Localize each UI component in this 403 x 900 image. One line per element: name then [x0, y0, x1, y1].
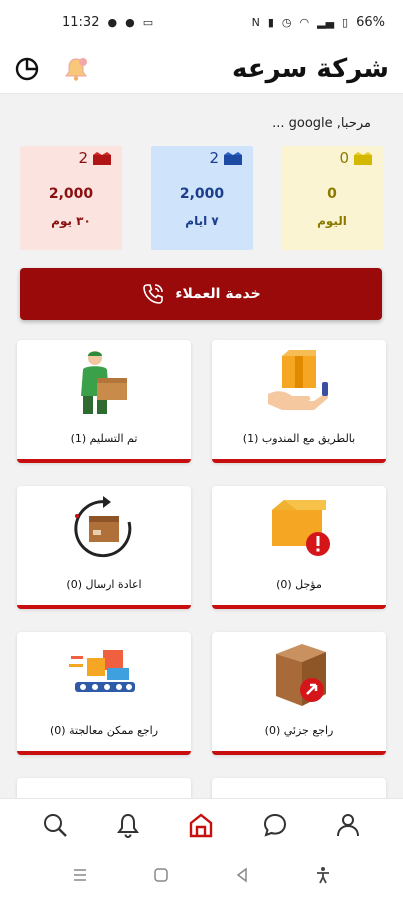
status-right: N ▮ ◷ ◠ ▂▄ ▯ 66% — [252, 15, 385, 30]
stat-value: 0 — [327, 186, 337, 202]
header-actions — [14, 55, 90, 83]
stat-count: 2 — [209, 149, 219, 167]
stat-label: ٣٠ يوم — [51, 214, 91, 228]
tile-returned-processable[interactable]: راجع ممكن معالجتة (0) — [17, 632, 191, 755]
pie-chart-icon[interactable] — [14, 56, 40, 82]
resend-box-icon — [74, 496, 132, 558]
app-header: شركة سرعه — [0, 44, 403, 94]
tile-label: بالطريق مع المندوب (1) — [242, 432, 356, 445]
tile-label: مؤجل (0) — [276, 578, 322, 591]
stat-label: اليوم — [317, 214, 347, 228]
phone-icon — [143, 284, 164, 304]
welcome-message: مرحبا, google ... — [272, 116, 371, 131]
alarm-icon: ◷ — [281, 15, 292, 29]
profile-icon[interactable] — [335, 812, 361, 838]
tile-partial[interactable] — [17, 778, 191, 798]
courier-delivery-icon — [81, 351, 127, 414]
tile-label: راجع جزئي (0) — [264, 724, 334, 737]
box-icon — [354, 152, 372, 165]
partial-return-icon — [276, 644, 326, 706]
status-left: 11:32 ● ● ▭ — [62, 15, 153, 30]
tile-postponed[interactable]: مؤجل (0) — [212, 486, 386, 609]
vibrate-icon: ▮ — [267, 15, 274, 29]
customer-service-button[interactable]: خدمة العملاء — [20, 268, 382, 320]
home-icon[interactable] — [188, 812, 214, 838]
recent-apps-icon[interactable] — [71, 866, 89, 884]
tile-label: اعادة ارسال (0) — [66, 578, 142, 591]
notification-icon: ▭ — [142, 15, 154, 29]
stat-label: ٧ ايام — [185, 214, 219, 228]
hand-box-icon — [268, 350, 329, 410]
tile-resend[interactable]: اعادة ارسال (0) — [17, 486, 191, 609]
notification-icon: ● — [125, 15, 135, 29]
battery-percent: 66% — [356, 14, 385, 30]
search-icon[interactable] — [42, 812, 68, 838]
tile-partial-return[interactable]: راجع جزئي (0) — [212, 632, 386, 755]
nfc-icon: N — [251, 15, 260, 29]
customer-service-label: خدمة العملاء — [175, 286, 261, 302]
home-button-icon[interactable] — [152, 866, 170, 884]
box-icon — [224, 152, 242, 165]
stat-count: 0 — [339, 149, 349, 167]
status-bar: 11:32 ● ● ▭ N ▮ ◷ ◠ ▂▄ ▯ 66% — [0, 0, 403, 44]
page-title: شركة سرعه — [232, 53, 389, 84]
signal-icon: ▂▄ — [317, 15, 335, 29]
stat-value: 2,000 — [48, 186, 94, 202]
stat-count: 2 — [78, 149, 88, 167]
battery-icon: ▯ — [342, 15, 349, 29]
bell-icon[interactable] — [115, 812, 141, 838]
status-time: 11:32 — [62, 14, 100, 30]
tile-with-courier[interactable]: بالطريق مع المندوب (1) — [212, 340, 386, 463]
main-content: مرحبا, google ... 0 0 اليوم 2 2,000 ٧ اي… — [0, 94, 403, 798]
stat-card-today[interactable]: 0 0 اليوم — [281, 146, 383, 250]
notification-icon: ● — [107, 15, 118, 29]
chat-icon[interactable] — [262, 812, 288, 838]
stat-value: 2,000 — [179, 186, 225, 202]
stat-card-week[interactable]: 2 2,000 ٧ ايام — [151, 146, 253, 250]
stat-card-month[interactable]: 2 2,000 ٣٠ يوم — [20, 146, 122, 250]
tile-label: تم التسليم (1) — [70, 432, 138, 445]
system-nav — [0, 850, 403, 900]
accessibility-icon[interactable] — [314, 866, 332, 884]
tile-label: راجع ممكن معالجتة (0) — [49, 724, 159, 737]
conveyor-icon — [69, 650, 135, 692]
bell-icon[interactable] — [62, 55, 90, 83]
back-icon[interactable] — [233, 866, 251, 884]
tile-partial[interactable] — [212, 778, 386, 798]
bottom-nav — [0, 798, 403, 850]
wifi-icon: ◠ — [299, 15, 310, 29]
tile-delivered[interactable]: تم التسليم (1) — [17, 340, 191, 463]
box-icon — [93, 152, 111, 165]
postponed-box-icon — [272, 500, 330, 556]
